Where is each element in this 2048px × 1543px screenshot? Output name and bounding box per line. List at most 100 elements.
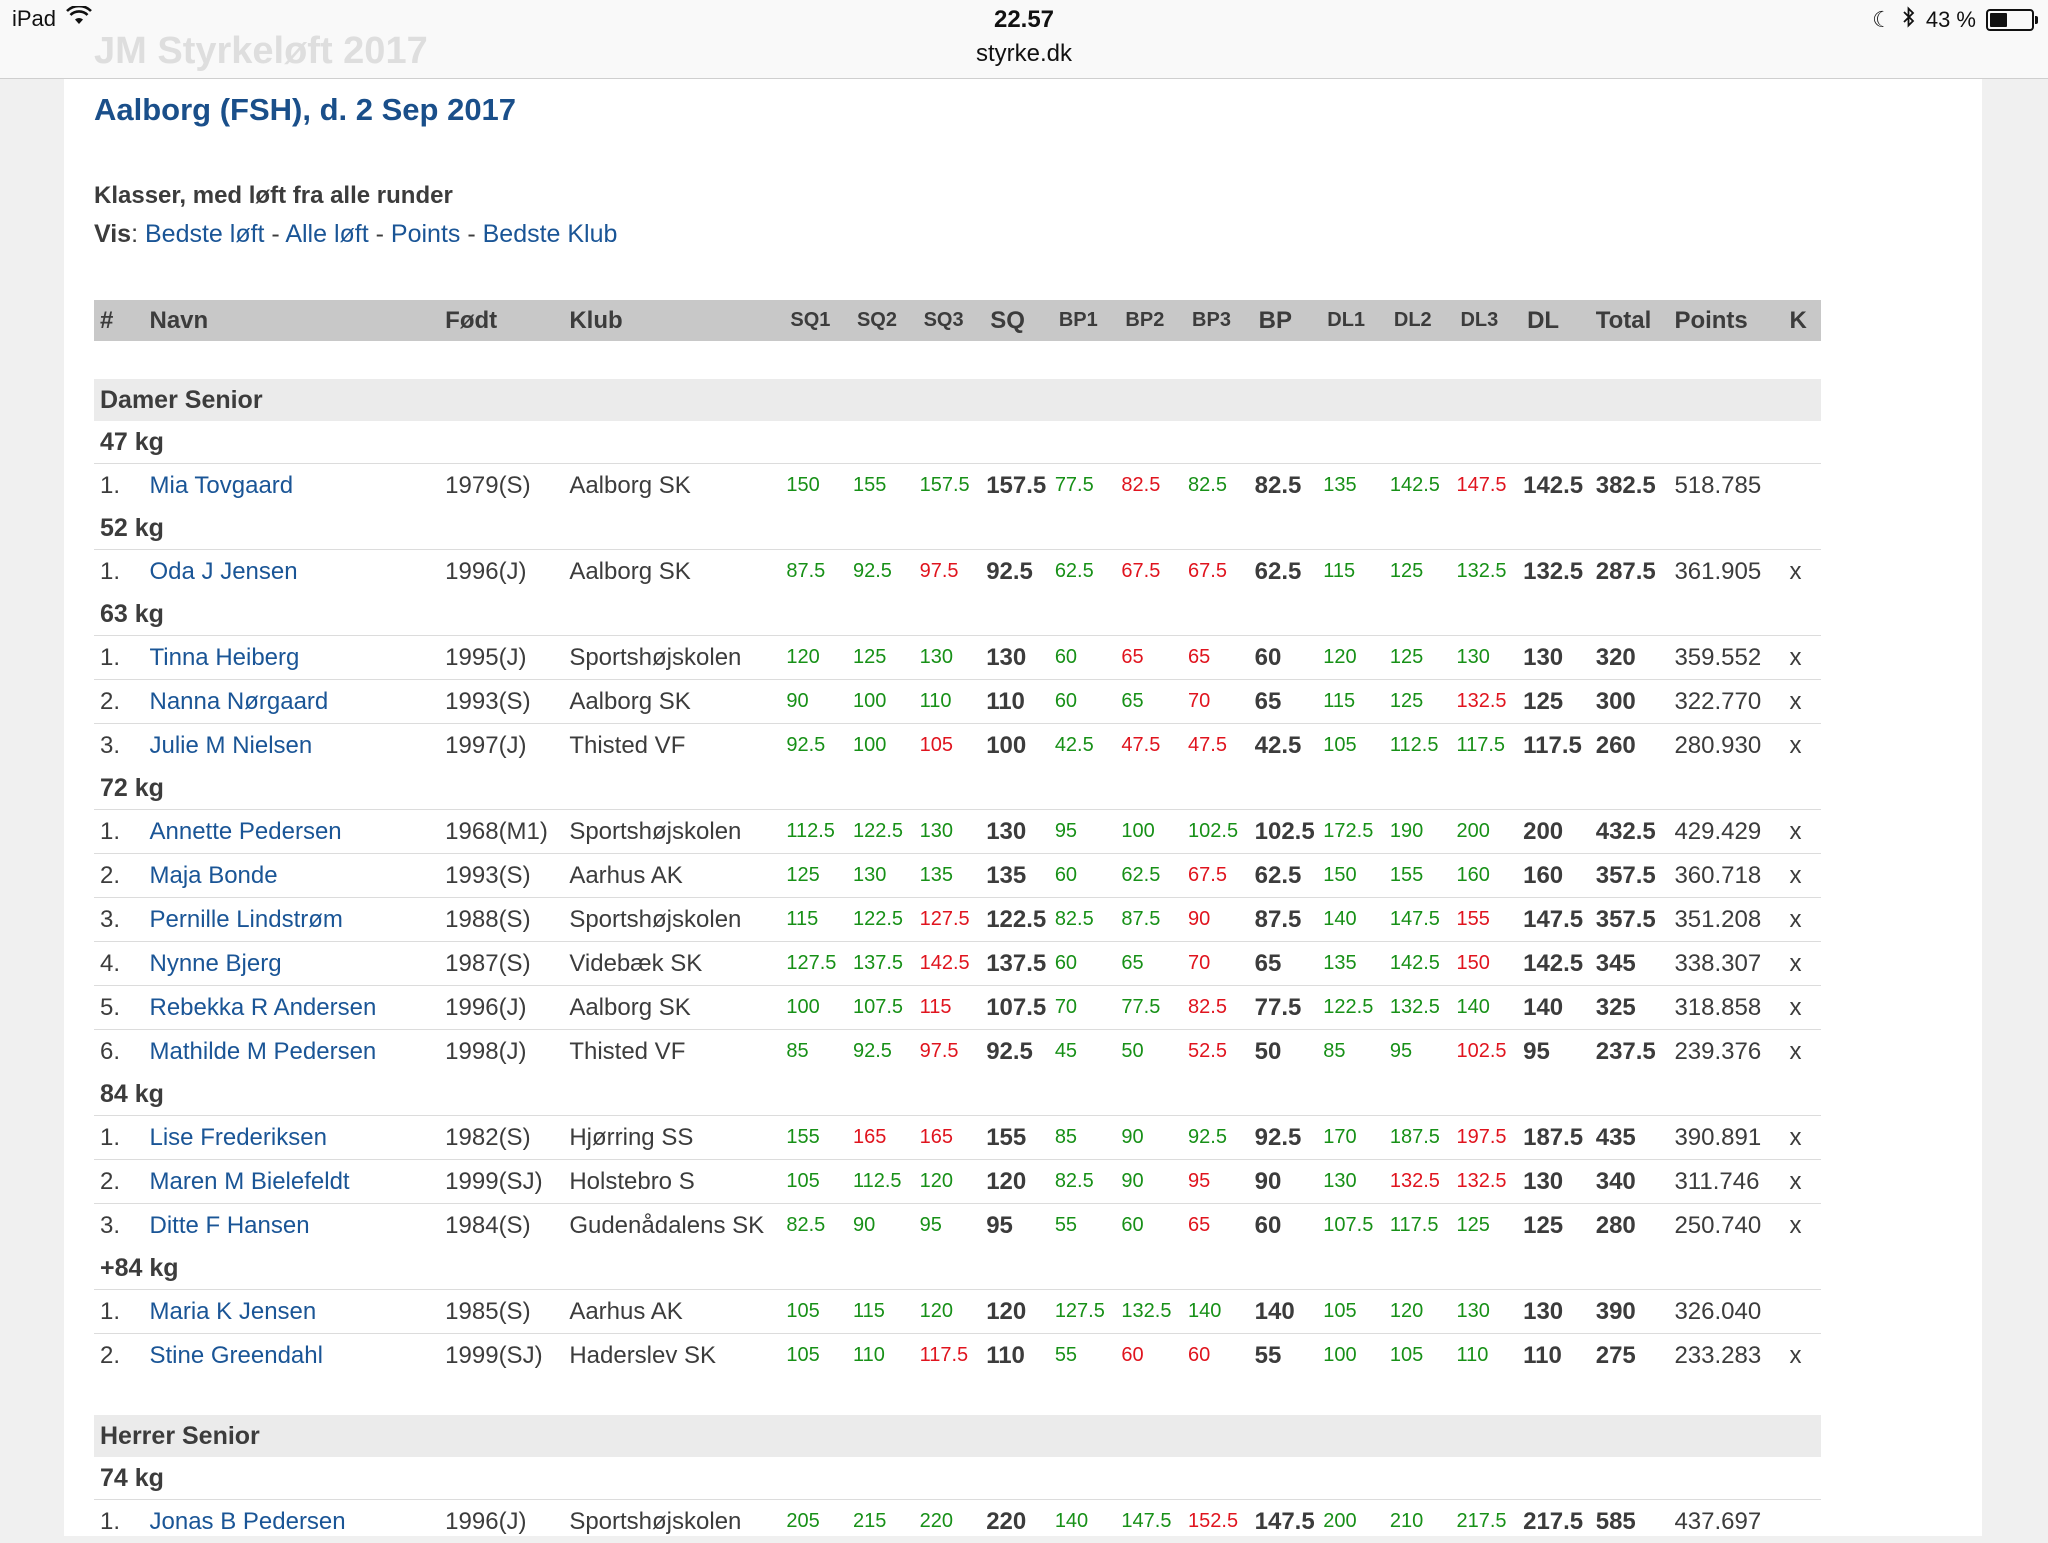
athlete-name-link[interactable]: Nanna Nørgaard	[150, 688, 329, 715]
points-cell: 360.718	[1668, 854, 1783, 898]
sq1-attempt-cell: 120	[784, 636, 851, 680]
sq-best-cell: 135	[984, 854, 1053, 898]
dl2-attempt-cell: 132.5	[1388, 986, 1455, 1030]
sq-best-cell: 100	[984, 724, 1053, 768]
athlete-name-link[interactable]: Pernille Lindstrøm	[150, 906, 343, 933]
weight-class-title: 72 kg	[94, 767, 1821, 810]
sq2-attempt-cell: 100	[851, 724, 918, 768]
sq1-attempt-cell: 100	[784, 986, 851, 1030]
sq2-attempt-cell: 90	[851, 1204, 918, 1248]
k-cell: x	[1784, 1030, 1822, 1074]
sq-best-cell: 110	[984, 1334, 1053, 1378]
born-cell: 1995(J)	[439, 636, 563, 680]
athlete-name-link[interactable]: Jonas B Pedersen	[150, 1508, 346, 1535]
athlete-row: 3.Pernille Lindstrøm1988(S)Sportshøjskol…	[94, 898, 1821, 942]
club-cell: Aarhus AK	[563, 854, 784, 898]
weight-class-title: 63 kg	[94, 593, 1821, 636]
club-cell: Thisted VF	[563, 1030, 784, 1074]
bp-best-cell: 55	[1253, 1334, 1322, 1378]
total-cell: 357.5	[1590, 898, 1669, 942]
col-header-dl2: DL2	[1388, 300, 1455, 341]
athlete-name-link[interactable]: Stine Greendahl	[150, 1342, 323, 1369]
section-subheading: Klasser, med løft fra alle runder	[94, 182, 1824, 216]
sq3-attempt-cell: 165	[918, 1116, 985, 1160]
athlete-name-link[interactable]: Oda J Jensen	[150, 558, 298, 585]
sq2-attempt-cell: 215	[851, 1500, 918, 1543]
bp-best-cell: 65	[1253, 942, 1322, 986]
bp2-attempt-cell: 62.5	[1119, 854, 1186, 898]
table-body: Damer Senior47 kg1.Mia Tovgaard1979(S)Aa…	[94, 341, 1821, 1543]
bp1-attempt-cell: 62.5	[1053, 550, 1120, 594]
born-cell: 1996(J)	[439, 1500, 563, 1543]
ios-status-bar: iPad 22.57 styrke.dk ☾ 43 %	[0, 0, 2048, 79]
link-bedste-klub[interactable]: Bedste Klub	[483, 220, 618, 248]
sq3-attempt-cell: 130	[918, 810, 985, 854]
athlete-name-link[interactable]: Ditte F Hansen	[150, 1212, 310, 1239]
sq-best-cell: 155	[984, 1116, 1053, 1160]
athlete-row: 1.Maria K Jensen1985(S)Aarhus AK10511512…	[94, 1290, 1821, 1334]
athlete-name-link[interactable]: Maren M Bielefeldt	[150, 1168, 350, 1195]
athlete-name-link[interactable]: Lise Frederiksen	[150, 1124, 327, 1151]
athlete-name-link[interactable]: Mia Tovgaard	[150, 472, 294, 499]
athlete-name-link[interactable]: Maria K Jensen	[150, 1298, 317, 1325]
athlete-name-link[interactable]: Annette Pedersen	[150, 818, 342, 845]
bp-best-cell: 50	[1253, 1030, 1322, 1074]
sq1-attempt-cell: 155	[784, 1116, 851, 1160]
total-cell: 357.5	[1590, 854, 1669, 898]
club-cell: Gudenådalens SK	[563, 1204, 784, 1248]
dl-best-cell: 117.5	[1521, 724, 1590, 768]
born-cell: 1982(S)	[439, 1116, 563, 1160]
link-points[interactable]: Points	[391, 220, 460, 248]
bp3-attempt-cell: 60	[1186, 1334, 1253, 1378]
k-cell	[1784, 464, 1822, 508]
battery-icon	[1986, 9, 2034, 31]
meet-location-heading: Aalborg (FSH), d. 2 Sep 2017	[94, 92, 1824, 132]
name-cell: Rebekka R Andersen	[150, 986, 440, 1030]
athlete-name-link[interactable]: Mathilde M Pedersen	[150, 1038, 377, 1065]
athlete-name-link[interactable]: Nynne Bjerg	[150, 950, 282, 977]
sq2-attempt-cell: 115	[851, 1290, 918, 1334]
bp-best-cell: 62.5	[1253, 550, 1322, 594]
sq-best-cell: 107.5	[984, 986, 1053, 1030]
athlete-row: 1.Oda J Jensen1996(J)Aalborg SK87.592.59…	[94, 550, 1821, 594]
col-header-rank: #	[94, 300, 150, 341]
athlete-name-link[interactable]: Tinna Heiberg	[150, 644, 300, 671]
bp3-attempt-cell: 70	[1186, 680, 1253, 724]
sq-best-cell: 220	[984, 1500, 1053, 1543]
athlete-row: 6.Mathilde M Pedersen1998(J)Thisted VF85…	[94, 1030, 1821, 1074]
bp1-attempt-cell: 60	[1053, 680, 1120, 724]
bp2-attempt-cell: 147.5	[1119, 1500, 1186, 1543]
sq1-attempt-cell: 105	[784, 1334, 851, 1378]
sq-best-cell: 130	[984, 810, 1053, 854]
link-alle-loft[interactable]: Alle løft	[285, 220, 368, 248]
points-cell: 239.376	[1668, 1030, 1783, 1074]
k-cell: x	[1784, 550, 1822, 594]
category-row: Herrer Senior	[94, 1415, 1821, 1457]
rank-cell: 3.	[94, 898, 150, 942]
table-header: # Navn Født Klub SQ1 SQ2 SQ3 SQ BP1 BP2 …	[94, 300, 1821, 341]
rank-cell: 2.	[94, 854, 150, 898]
address-bar-url[interactable]: styrke.dk	[0, 40, 2048, 68]
sq2-attempt-cell: 130	[851, 854, 918, 898]
athlete-name-link[interactable]: Maja Bonde	[150, 862, 278, 889]
bp2-attempt-cell: 67.5	[1119, 550, 1186, 594]
sq1-attempt-cell: 82.5	[784, 1204, 851, 1248]
sq1-attempt-cell: 92.5	[784, 724, 851, 768]
category-spacer	[94, 1377, 1821, 1415]
athlete-name-link[interactable]: Rebekka R Andersen	[150, 994, 377, 1021]
bp1-attempt-cell: 60	[1053, 636, 1120, 680]
dl2-attempt-cell: 95	[1388, 1030, 1455, 1074]
bp1-attempt-cell: 82.5	[1053, 1160, 1120, 1204]
sq2-attempt-cell: 137.5	[851, 942, 918, 986]
athlete-name-link[interactable]: Julie M Nielsen	[150, 732, 313, 759]
athlete-row: 3.Julie M Nielsen1997(J)Thisted VF92.510…	[94, 724, 1821, 768]
col-header-k: K	[1784, 300, 1822, 341]
col-header-points: Points	[1668, 300, 1783, 341]
name-cell: Julie M Nielsen	[150, 724, 440, 768]
k-cell: x	[1784, 724, 1822, 768]
name-cell: Annette Pedersen	[150, 810, 440, 854]
rank-cell: 4.	[94, 942, 150, 986]
dl-best-cell: 187.5	[1521, 1116, 1590, 1160]
link-bedste-loft[interactable]: Bedste løft	[145, 220, 265, 248]
born-cell: 1984(S)	[439, 1204, 563, 1248]
